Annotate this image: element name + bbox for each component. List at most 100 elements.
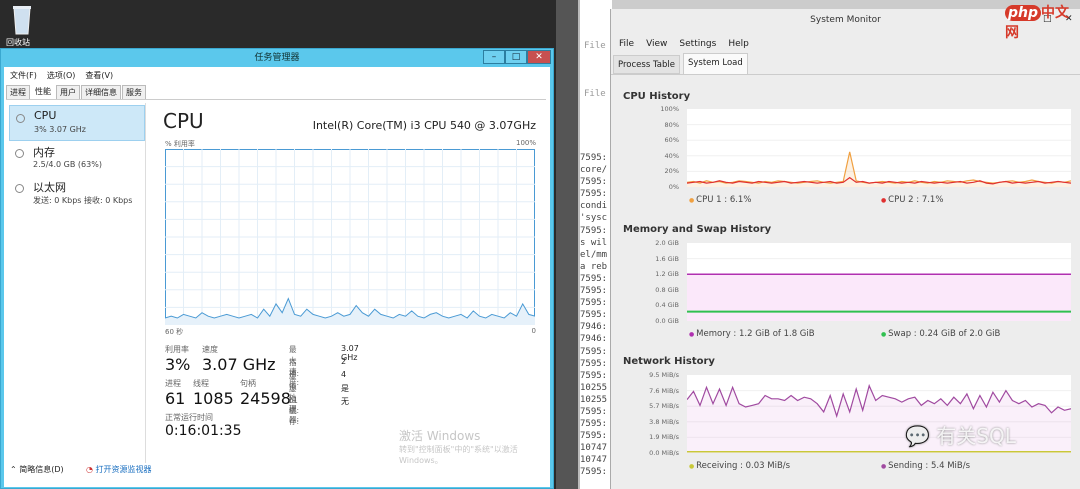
- task-manager-body: 文件(F) 选项(O) 查看(V) 进程 性能 用户 详细信息 服务 CPU 3% 3…: [4, 67, 550, 487]
- resource-sub: 发送: 0 Kbps 接收: 0 Kbps: [33, 196, 133, 205]
- legend-label: Receiving : 0.03 MiB/s: [696, 461, 791, 471]
- resource-memory[interactable]: 内存 2.5/4.0 GB (63%): [9, 141, 145, 177]
- axis-tick-label: 100%: [660, 105, 679, 113]
- axis-tick-label: 1.9 MiB/s: [649, 433, 679, 442]
- proc-label: 进程: [165, 379, 181, 388]
- tab-processes[interactable]: 进程: [6, 85, 30, 99]
- speed-value: 3.07 GHz: [202, 355, 276, 374]
- resource-cpu[interactable]: CPU 3% 3.07 GHz: [9, 105, 145, 141]
- tab-performance[interactable]: 性能: [31, 85, 55, 99]
- axis-tick-label: 0.8 GiB: [655, 285, 679, 294]
- terminal-output: File File 7595: core/7595: 7595: condi'sysc 75…: [578, 0, 612, 489]
- radio-icon: [15, 149, 24, 158]
- tab-system-load[interactable]: System Load: [683, 53, 748, 74]
- menu-view[interactable]: View: [646, 39, 667, 49]
- terminal-line: a reb: [580, 261, 608, 272]
- terminal-line: 10255: [580, 382, 608, 393]
- open-resource-monitor-link[interactable]: ◔ 打开资源监视器: [86, 464, 152, 475]
- spec-value: 2: [341, 357, 347, 366]
- recycle-bin-label: 回收站: [6, 38, 30, 47]
- resource-name: 内存: [33, 146, 55, 159]
- terminal-line: 7595:: [580, 310, 608, 321]
- axis-tick-label: 20%: [664, 167, 679, 176]
- terminal-line: 7946:: [580, 334, 608, 345]
- spec-value: 4: [341, 370, 347, 379]
- terminal-line: el/mm: [580, 249, 608, 260]
- menu-file[interactable]: 文件(F): [10, 71, 37, 80]
- terminal-line: 7595:: [580, 358, 608, 369]
- legend-label: CPU 2 : 7.1%: [888, 195, 944, 205]
- wechat-watermark-text: 有关SQL: [936, 424, 1016, 448]
- uptime-label: 正常运行时间: [165, 413, 213, 422]
- axis-tick-label: 1.6 GiB: [655, 254, 679, 263]
- terminal-line: 7595:: [580, 346, 608, 357]
- tab-bar: 进程 性能 用户 详细信息 服务: [6, 85, 546, 100]
- cpu-model: Intel(R) Core(TM) i3 CPU 540 @ 3.07GHz: [312, 119, 536, 132]
- spec-value: 是: [341, 384, 349, 393]
- axis-tick-label: 7.6 MiB/s: [649, 386, 679, 395]
- recycle-bin-icon[interactable]: [8, 4, 36, 36]
- network-history-title: Network History: [623, 356, 715, 367]
- wechat-watermark: 💬 有关SQL: [905, 424, 1016, 448]
- terminal-line: 7595:: [580, 286, 608, 297]
- legend-memory-0: ● Memory : 1.2 GiB of 1.8 GiB: [689, 329, 815, 339]
- resource-name: CPU: [34, 109, 57, 122]
- axis-tick-label: 0.0 GiB: [655, 317, 679, 325]
- terminal-line: 7595:: [580, 273, 608, 284]
- resource-sub: 3% 3.07 GHz: [34, 125, 87, 134]
- tab-details[interactable]: 详细信息: [81, 85, 121, 99]
- thread-value: 1085: [193, 389, 234, 408]
- system-monitor-window: System Monitor – □ ✕ FileViewSettingsHel…: [610, 9, 1080, 489]
- terminal-line: 7595:: [580, 370, 608, 381]
- axis-tick-label: 0.4 GiB: [655, 301, 679, 310]
- tab-users[interactable]: 用户: [56, 85, 80, 99]
- spec-label: L1 缓存:: [289, 396, 300, 426]
- bg-menu-file: File: [584, 41, 606, 51]
- maximize-button[interactable]: □: [505, 50, 527, 64]
- terminal-line: 7595:: [580, 419, 608, 430]
- menu-help[interactable]: Help: [728, 39, 749, 49]
- task-manager-window: 任务管理器 – □ ✕ 文件(F) 选项(O) 查看(V) 进程 性能 用户 详细信…: [0, 48, 554, 489]
- axis-tick-label: 0.0 MiB/s: [649, 449, 679, 457]
- cpu-utilization-graph: [165, 149, 535, 325]
- tab-services[interactable]: 服务: [122, 85, 146, 99]
- terminal-line: s wil: [580, 237, 608, 248]
- php-watermark-logo: php 中文网: [1005, 5, 1070, 41]
- axis-tick-label: 60%: [664, 136, 679, 145]
- axis-tick-label: 5.7 MiB/s: [649, 402, 679, 411]
- axis-tick-label: 3.8 MiB/s: [649, 417, 679, 426]
- resource-ethernet[interactable]: 以太网发送: 0 Kbps 接收: 0 Kbps: [9, 176, 145, 212]
- graph-max: 100%: [515, 139, 536, 147]
- uptime-value: 0:16:01:35: [165, 423, 242, 439]
- axis-tick-label: 2.0 GiB: [655, 239, 679, 247]
- activation-line: Windows。: [399, 456, 443, 465]
- menu-bar: File View Settings Help: [619, 39, 761, 49]
- legend-label: Swap : 0.24 GiB of 2.0 GiB: [888, 329, 1001, 339]
- fewer-details-button[interactable]: ⌃ 简略信息(D): [10, 464, 64, 475]
- menu-file[interactable]: File: [619, 39, 634, 49]
- activation-watermark: 激活 Windows 转到"控制面板"中的"系统"以激活 Windows。: [399, 427, 518, 466]
- tab-process-table[interactable]: Process Table: [613, 55, 680, 74]
- legend-cpu-1: ● CPU 2 : 7.1%: [881, 195, 943, 205]
- terminal-line: 7595:: [580, 431, 608, 442]
- legend-network-1: ● Sending : 5.4 MiB/s: [881, 461, 970, 471]
- menu-settings[interactable]: Settings: [679, 39, 716, 49]
- handle-label: 句柄: [240, 379, 256, 388]
- menu-view[interactable]: 查看(V): [85, 71, 113, 80]
- menu-options[interactable]: 选项(O): [47, 71, 76, 80]
- terminal-line: 7595:: [580, 298, 608, 309]
- window-title: 任务管理器: [254, 53, 300, 63]
- resource-name: 以太网: [33, 181, 66, 194]
- open-resource-monitor-label: 打开资源监视器: [95, 465, 152, 474]
- resource-sub: 2.5/4.0 GB (63%): [33, 160, 102, 169]
- legend-label: Sending : 5.4 MiB/s: [888, 461, 971, 471]
- legend-cpu-0: ● CPU 1 : 6.1%: [689, 195, 751, 205]
- speed-label: 速度: [202, 345, 218, 354]
- terminal-line: 10747: [580, 443, 608, 454]
- minimize-button[interactable]: –: [483, 50, 505, 64]
- close-button[interactable]: ✕: [527, 50, 551, 64]
- graph-min: 0: [531, 327, 536, 335]
- bg-menu-file: File: [584, 89, 606, 99]
- terminal-line: 10747: [580, 455, 608, 466]
- axis-tick-label: 9.5 MiB/s: [649, 371, 679, 379]
